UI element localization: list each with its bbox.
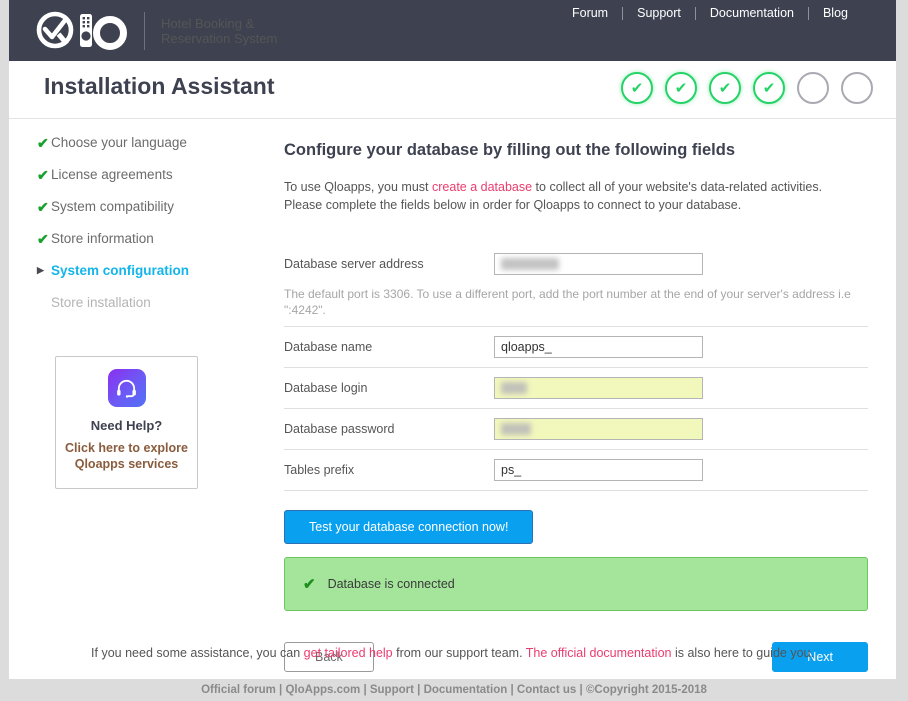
database-password-wrap <box>494 418 703 440</box>
label-server-address: Database server address <box>284 257 494 271</box>
tables-prefix-input[interactable] <box>494 459 703 481</box>
sidebar-item-system-compatibility[interactable]: ✔ System compatibility <box>37 199 255 231</box>
sidebar-item-store-installation: ✔ Store installation <box>37 295 255 327</box>
sidebar-item-choose-language[interactable]: ✔ Choose your language <box>37 135 255 167</box>
server-address-hint-row: The default port is 3306. To use a diffe… <box>284 284 868 327</box>
installer-page: Hotel Booking & Reservation System Forum… <box>9 0 896 679</box>
nav-link-support[interactable]: Support <box>623 6 695 20</box>
assistance-part2: from our support team. <box>393 646 526 660</box>
need-help-box[interactable]: Need Help? Click here to explore Qloapps… <box>55 356 198 489</box>
intro-text-part2: to collect all of your website's data-re… <box>532 180 822 194</box>
section-heading: Configure your database by filling out t… <box>284 141 868 160</box>
footer-link-official-forum[interactable]: Official forum <box>201 684 276 696</box>
qloapps-logo-icon <box>34 9 138 53</box>
sidebar-item-label: License agreements <box>51 167 173 182</box>
intro-text-part1: To use Qloapps, you must <box>284 180 432 194</box>
footer-copyright: ©Copyright 2015-2018 <box>586 684 707 696</box>
form-row-database-name: Database name <box>284 327 868 368</box>
label-tables-prefix: Tables prefix <box>284 463 494 477</box>
step-dot-3 <box>709 72 741 104</box>
title-row: Installation Assistant <box>9 61 896 119</box>
step-dot-6 <box>841 72 873 104</box>
footer-link-documentation[interactable]: Documentation <box>424 684 508 696</box>
sidebar-item-label: System configuration <box>51 263 189 278</box>
page-title: Installation Assistant <box>44 73 274 100</box>
brand-tagline-line1: Hotel Booking & <box>161 16 277 31</box>
redacted-overlay <box>501 258 559 270</box>
step-dot-4 <box>753 72 785 104</box>
step-dot-2 <box>665 72 697 104</box>
need-help-title: Need Help? <box>60 418 193 433</box>
database-login-wrap <box>494 377 703 399</box>
brand-tagline: Hotel Booking & Reservation System <box>161 16 277 46</box>
check-icon: ✔ <box>37 231 51 248</box>
assistance-text: If you need some assistance, you can get… <box>9 646 896 660</box>
sidebar-item-system-configuration[interactable]: ▶ System configuration <box>37 263 255 295</box>
server-address-wrap <box>494 253 703 275</box>
footer-link-qloapps-com[interactable]: QloApps.com <box>285 684 360 696</box>
check-icon: ✔ <box>303 575 316 593</box>
sidebar-item-license-agreements[interactable]: ✔ License agreements <box>37 167 255 199</box>
form-row-tables-prefix: Tables prefix <box>284 450 868 491</box>
label-database-login: Database login <box>284 381 494 395</box>
form-row-database-login: Database login <box>284 368 868 409</box>
top-header-bar: Hotel Booking & Reservation System Forum… <box>9 0 896 61</box>
redacted-overlay <box>501 423 531 435</box>
redacted-overlay <box>501 382 527 394</box>
database-name-input[interactable] <box>494 336 703 358</box>
nav-link-forum[interactable]: Forum <box>558 6 622 20</box>
footer-link-contact-us[interactable]: Contact us <box>517 684 576 696</box>
top-navigation: Forum Support Documentation Blog <box>558 6 862 20</box>
brand-tagline-line2: Reservation System <box>161 31 277 46</box>
form-row-database-password: Database password <box>284 409 868 450</box>
assistance-part3: is also here to guide you. <box>672 646 814 660</box>
label-database-name: Database name <box>284 340 494 354</box>
server-address-hint: The default port is 3306. To use a diffe… <box>284 284 868 326</box>
sidebar: ✔ Choose your language ✔ License agreeme… <box>9 119 255 679</box>
step-dot-1 <box>621 72 653 104</box>
explore-services-link[interactable]: Click here to explore Qloapps services <box>60 440 193 472</box>
bullet-icon: ✔ <box>37 295 51 312</box>
footer-link-support[interactable]: Support <box>370 684 414 696</box>
label-database-password: Database password <box>284 422 494 436</box>
explore-services-line2: Qloapps services <box>75 457 179 471</box>
step-progress-indicator <box>621 72 873 104</box>
sidebar-item-label: Choose your language <box>51 135 187 150</box>
sidebar-item-label: Store installation <box>51 295 151 310</box>
sidebar-item-label: Store information <box>51 231 154 246</box>
check-icon: ✔ <box>37 135 51 152</box>
sidebar-item-store-information[interactable]: ✔ Store information <box>37 231 255 263</box>
intro-text-line2: Please complete the fields below in orde… <box>284 198 741 212</box>
main-panel: Configure your database by filling out t… <box>255 119 896 679</box>
sidebar-item-label: System compatibility <box>51 199 174 214</box>
official-documentation-link[interactable]: The official documentation <box>526 646 672 660</box>
create-database-link[interactable]: create a database <box>432 180 532 194</box>
form-row-server-address: Database server address <box>284 244 868 284</box>
footer-bar: Official forum | QloApps.com | Support |… <box>0 679 908 701</box>
nav-link-blog[interactable]: Blog <box>809 6 862 20</box>
assistance-part1: If you need some assistance, you can <box>91 646 304 660</box>
arrow-right-icon: ▶ <box>37 263 51 276</box>
headset-icon <box>108 369 146 407</box>
step-dot-5 <box>797 72 829 104</box>
brand-divider <box>144 12 145 50</box>
test-connection-button[interactable]: Test your database connection now! <box>284 510 533 544</box>
check-icon: ✔ <box>37 167 51 184</box>
tailored-help-link[interactable]: get tailored help <box>304 646 393 660</box>
check-icon: ✔ <box>37 199 51 216</box>
content-area: ✔ Choose your language ✔ License agreeme… <box>9 119 896 679</box>
explore-services-line1: Click here to explore <box>65 441 188 455</box>
nav-link-documentation[interactable]: Documentation <box>696 6 808 20</box>
connection-status-alert: ✔ Database is connected <box>284 557 868 611</box>
intro-text: To use Qloapps, you must create a databa… <box>284 179 868 214</box>
connection-status-message: Database is connected <box>328 577 455 591</box>
brand: Hotel Booking & Reservation System <box>34 9 277 53</box>
